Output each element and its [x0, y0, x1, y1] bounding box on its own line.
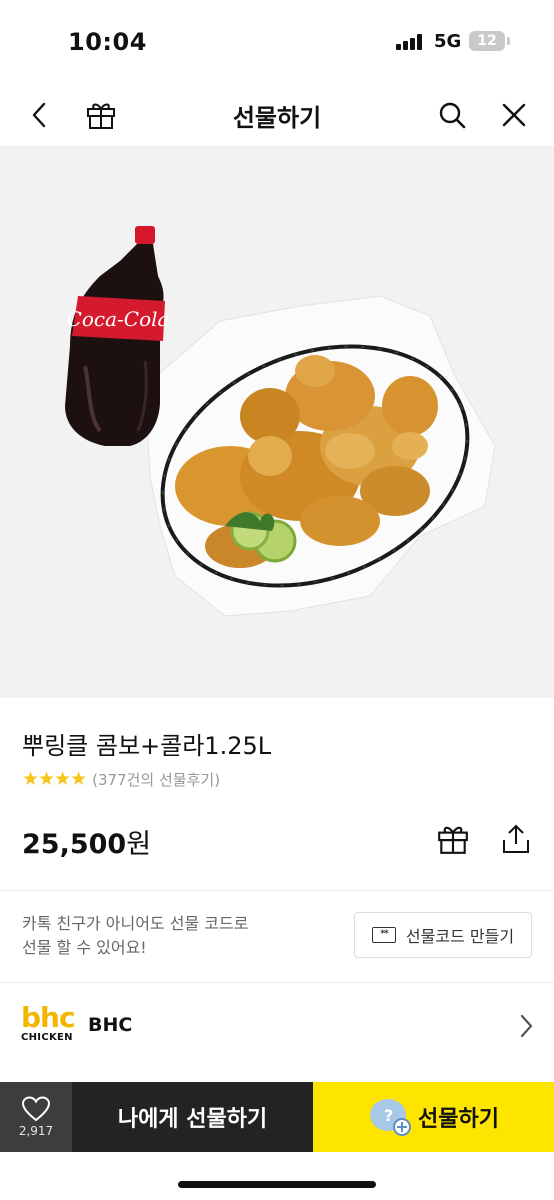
create-gift-code-button[interactable]: ** 선물코드 만들기 [354, 912, 532, 958]
signal-icon [396, 33, 426, 50]
bottom-action-bar: 2,917 나에게 선물하기 ? 선물하기 [0, 1082, 554, 1152]
gift-to-self-button[interactable]: 나에게 선물하기 [72, 1082, 313, 1152]
network-type: 5G [434, 31, 462, 52]
product-illustration: Coca-Cola [65, 226, 496, 617]
gift-box-icon [438, 826, 468, 854]
gift-code-text-line1: 카톡 친구가 아니어도 선물 코드로 [22, 914, 249, 933]
gift-friend-icon: ? [370, 1099, 412, 1136]
divider [0, 982, 554, 983]
share-button[interactable] [496, 819, 536, 859]
product-name: 뿌링클 콤보+콜라1.25L [22, 732, 272, 760]
gift-code-text-line2: 선물 할 수 있어요! [22, 938, 147, 957]
search-icon [439, 102, 466, 129]
rating-stars: ★★★★ [22, 768, 87, 790]
price-unit: 원 [126, 829, 152, 860]
share-icon [503, 824, 529, 853]
price: 25,500원 [22, 822, 151, 861]
battery-icon: 12 [469, 31, 505, 51]
like-button[interactable]: 2,917 [0, 1082, 72, 1152]
bottle-label: Coca-Cola [67, 307, 170, 331]
like-count: 2,917 [18, 1124, 54, 1138]
brand-logo-top: bhc [21, 1001, 76, 1034]
svg-text:?: ? [384, 1106, 393, 1125]
send-gift-button[interactable]: ? 선물하기 [313, 1082, 554, 1152]
divider [0, 890, 554, 891]
status-bar: 10:04 5G 12 [0, 0, 554, 84]
heart-icon [21, 1096, 51, 1122]
battery-tip [507, 37, 510, 45]
chevron-right-icon [520, 1014, 533, 1038]
create-gift-code-label: 선물코드 만들기 [405, 927, 515, 946]
code-ticket-icon: ** [371, 927, 396, 943]
close-button[interactable] [494, 95, 534, 135]
price-number: 25,500 [22, 829, 127, 860]
status-time: 10:04 [68, 28, 147, 56]
home-indicator[interactable] [178, 1181, 376, 1188]
brand-logo: bhc CHICKEN [21, 1001, 76, 1046]
brand-row[interactable]: bhc CHICKEN BHC [0, 984, 554, 1066]
gift-code-description: 카톡 친구가 아니어도 선물 코드로 선물 할 수 있어요! [22, 912, 248, 960]
nav-bar: 선물하기 [0, 84, 554, 146]
gift-wish-button[interactable] [433, 819, 473, 859]
close-icon [502, 103, 526, 127]
rating-row[interactable]: ★★★★ (377건의 선물후기) [22, 768, 220, 790]
brand-logo-bottom: CHICKEN [21, 1032, 73, 1043]
search-button[interactable] [432, 95, 472, 135]
review-count: (377건의 선물후기) [92, 770, 221, 789]
send-gift-label: 선물하기 [418, 1107, 499, 1132]
brand-name: BHC [88, 1014, 133, 1036]
product-image: Coca-Cola [0, 146, 554, 698]
